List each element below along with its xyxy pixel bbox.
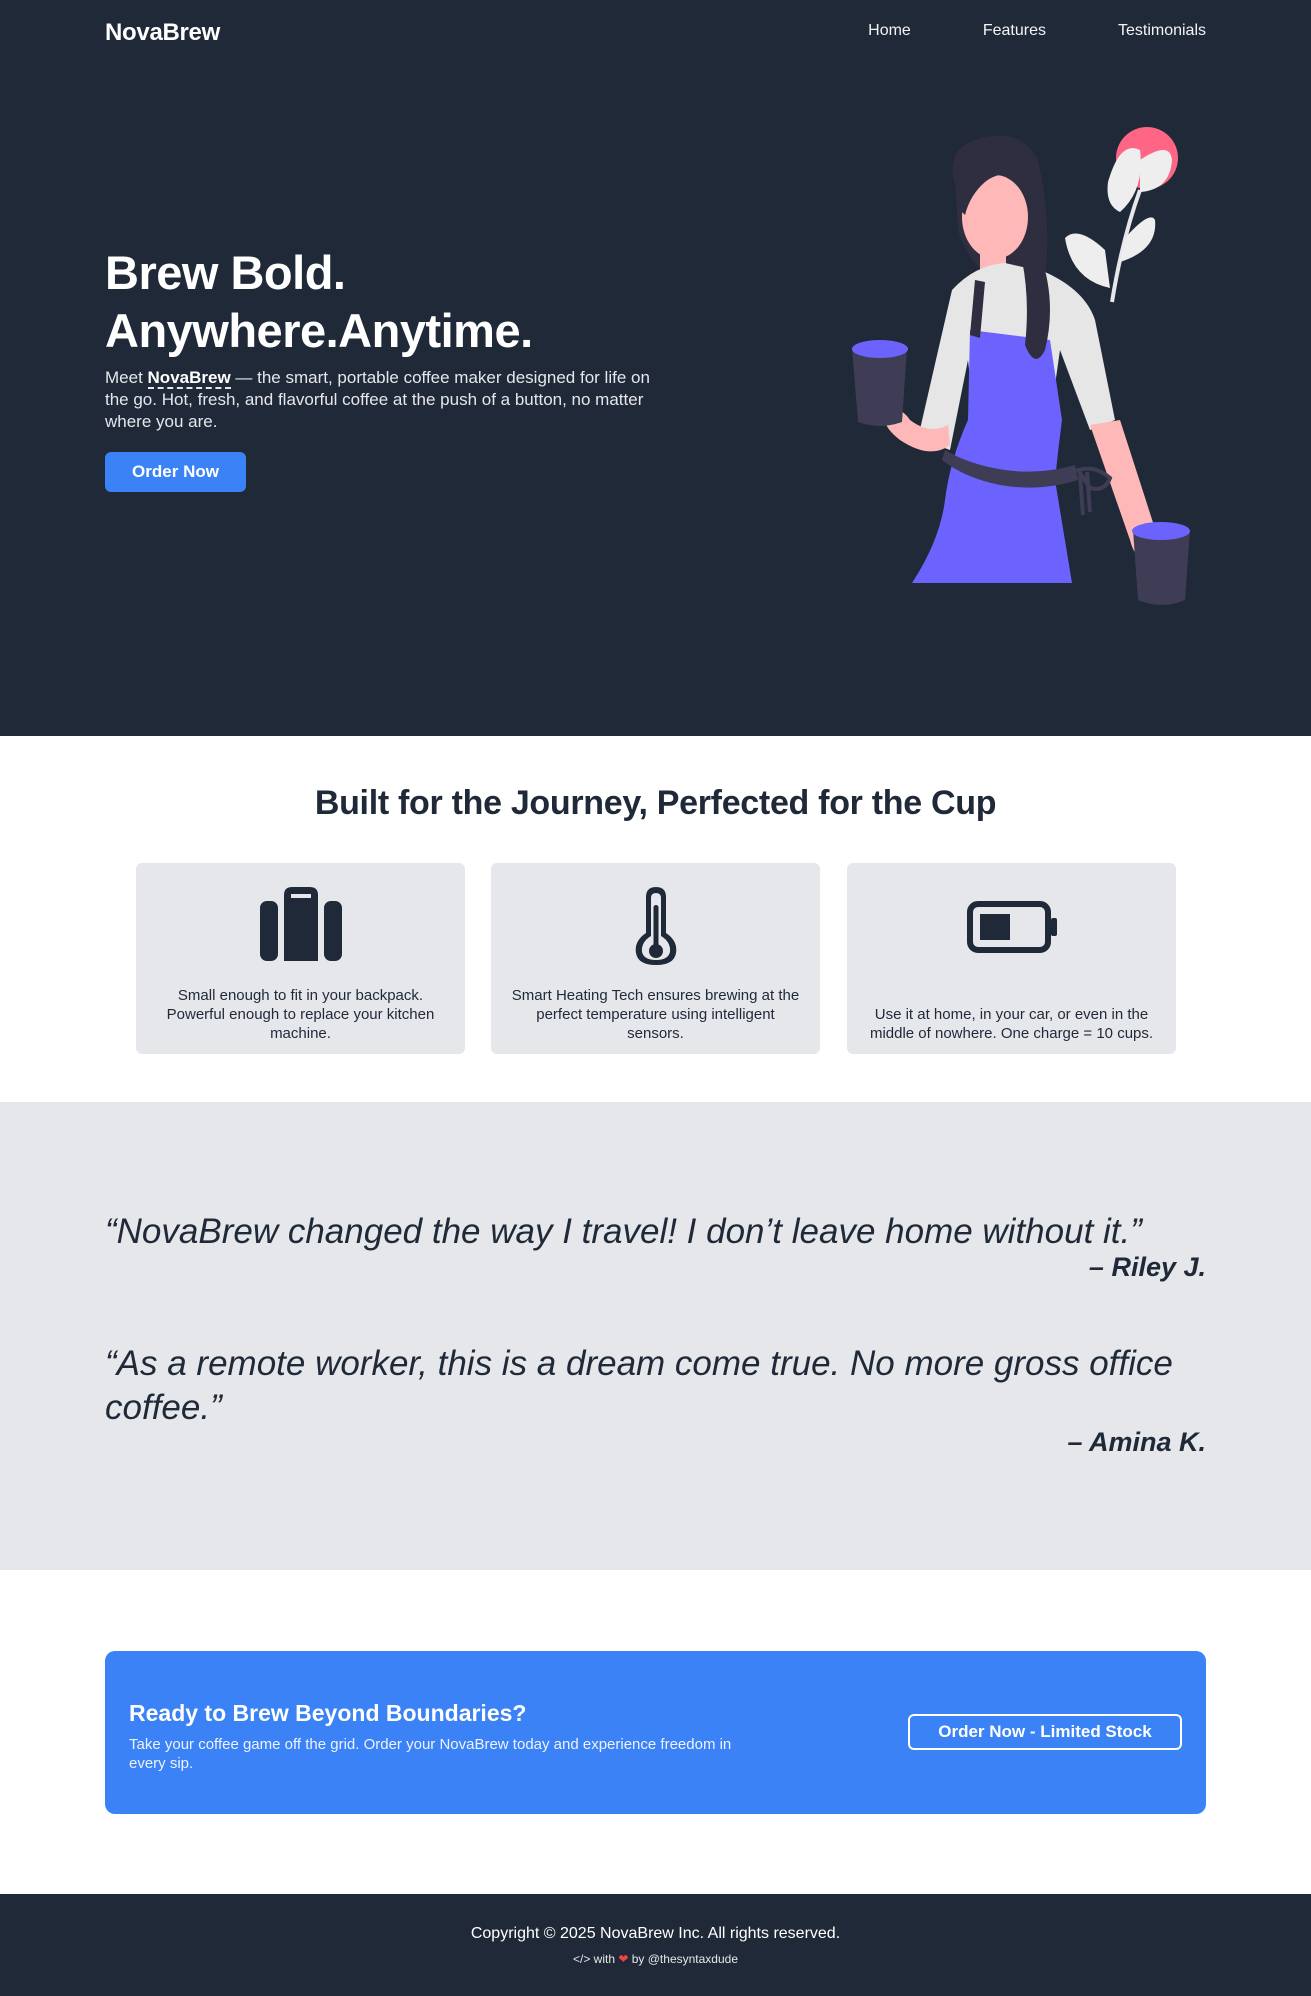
credit-text: </> with ❤ by @thesyntaxdude [0, 1952, 1311, 1966]
brand-logo[interactable]: NovaBrew [105, 19, 220, 47]
feature-card-heating: Smart Heating Tech ensures brewing at th… [491, 863, 820, 1054]
order-now-limited-stock-button[interactable]: Order Now - Limited Stock [908, 1714, 1182, 1750]
hero-section: NovaBrew Home Features Testimonials Brew… [0, 0, 1311, 736]
cta-text: Take your coffee game off the grid. Orde… [129, 1736, 732, 1772]
feature-card-portable: Small enough to fit in your backpack. Po… [136, 863, 465, 1054]
nav-link-home[interactable]: Home [868, 22, 911, 40]
barista-illustration [852, 127, 1190, 605]
nav-links: Home Features Testimonials [868, 22, 1206, 40]
testimonial-quote: “As a remote worker, this is a dream com… [105, 1344, 1173, 1427]
credit-suffix: by @thesyntaxdude [628, 1952, 738, 1966]
feature-card-text: Use it at home, in your car, or even in … [869, 1006, 1154, 1042]
coffee-cup-right [1132, 522, 1190, 605]
cta-title: Ready to Brew Beyond Boundaries? [129, 1700, 527, 1726]
hero-description: Meet NovaBrew — the smart, portable coff… [105, 367, 665, 433]
hero-title: Brew Bold. Anywhere.Anytime. [105, 244, 705, 360]
features-title: Built for the Journey, Perfected for the… [314, 784, 997, 822]
plant-illustration [1065, 127, 1178, 303]
suitcase-icon [259, 887, 342, 961]
heart-icon: ❤ [618, 1952, 629, 1966]
thermometer-icon [635, 887, 676, 965]
testimonial-author: – Amina K. [1067, 1427, 1206, 1457]
testimonials-section: “NovaBrew changed the way I travel! I do… [0, 1102, 1311, 1570]
top-nav: NovaBrew Home Features Testimonials [0, 0, 1311, 64]
hero-desc-brand: NovaBrew [147, 368, 231, 389]
feature-card-text: Small enough to fit in your backpack. Po… [166, 987, 435, 1042]
nav-link-testimonials[interactable]: Testimonials [1118, 22, 1206, 40]
hero-title-line1: Brew Bold. [105, 246, 346, 299]
footer: Copyright © 2025 NovaBrew Inc. All right… [0, 1894, 1311, 1996]
testimonial-quote: “NovaBrew changed the way I travel! I do… [105, 1212, 1142, 1251]
credit-prefix: </> with [572, 1952, 619, 1966]
cta-section: Ready to Brew Beyond Boundaries? Take yo… [0, 1570, 1311, 1894]
feature-card-battery: Use it at home, in your car, or even in … [847, 863, 1176, 1054]
testimonial-author: – Riley J. [1088, 1252, 1206, 1282]
coffee-cup-left [852, 340, 908, 426]
order-now-button[interactable]: Order Now [105, 452, 246, 492]
hero-desc-prefix: Meet [105, 368, 148, 387]
features-section: Built for the Journey, Perfected for the… [0, 736, 1311, 1102]
cta-banner: Ready to Brew Beyond Boundaries? Take yo… [105, 1651, 1206, 1814]
feature-card-text: Smart Heating Tech ensures brewing at th… [511, 987, 800, 1042]
battery-icon [966, 901, 1057, 953]
hero-title-line2: Anywhere.Anytime. [105, 304, 533, 357]
nav-link-features[interactable]: Features [983, 22, 1046, 40]
copyright-text: Copyright © 2025 NovaBrew Inc. All right… [470, 1925, 841, 1942]
